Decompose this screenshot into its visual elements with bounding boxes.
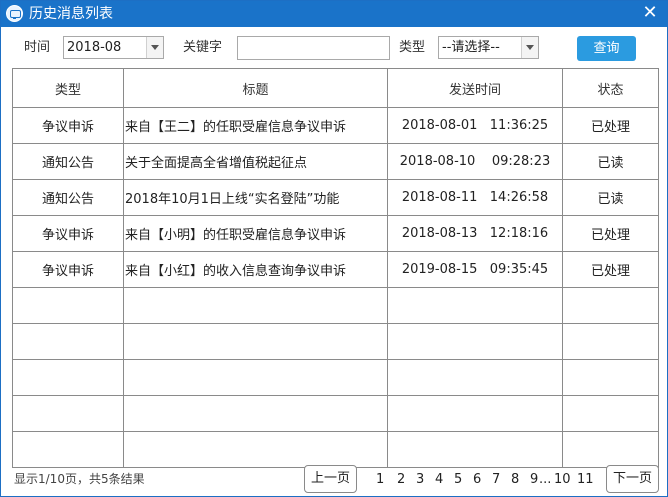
- page-link-10[interactable]: 10: [554, 472, 571, 488]
- empty-cell: [12, 359, 124, 396]
- keyword-label: 关键字: [183, 40, 223, 55]
- cell-status: 已处理: [562, 215, 659, 252]
- title-bar[interactable]: 历史消息列表 ✕: [1, 1, 667, 27]
- page-link-8[interactable]: 8: [511, 472, 519, 488]
- window-title: 历史消息列表: [29, 6, 113, 22]
- page-link-1[interactable]: 1: [376, 472, 384, 488]
- table-row[interactable]: 通知公告 2018年10月1日上线“实名登陆”功能 2018-08-11 14:…: [12, 179, 659, 216]
- empty-cell: [12, 431, 124, 468]
- page-link-9[interactable]: 9: [530, 472, 538, 488]
- cell-send-time: 2018-08-11 14:26:58: [387, 179, 563, 216]
- query-button[interactable]: 查询: [577, 36, 636, 61]
- table-header-row: 类型 标题 发送时间 状态: [12, 68, 659, 108]
- page-link-2[interactable]: 2: [397, 472, 405, 488]
- cell-type: 争议申诉: [12, 251, 124, 288]
- next-page-button[interactable]: 下一页: [606, 465, 659, 493]
- cell-send-time: 2018-08-13 12:18:16: [387, 215, 563, 252]
- table-row[interactable]: 争议申诉 来自【小红】的收入信息查询争议申诉 2019-08-15 09:35:…: [12, 251, 659, 288]
- message-table: 类型 标题 发送时间 状态 争议申诉 来自【王二】的任职受雇信息争议申诉 201…: [12, 68, 659, 468]
- empty-cell: [12, 323, 124, 360]
- cell-type: 争议申诉: [12, 107, 124, 144]
- cell-title[interactable]: 来自【王二】的任职受雇信息争议申诉: [123, 107, 388, 144]
- empty-cell: [562, 359, 659, 396]
- time-select[interactable]: 2018-08: [63, 36, 164, 59]
- empty-table-row: [12, 287, 659, 324]
- close-icon[interactable]: ✕: [641, 3, 659, 23]
- table-row[interactable]: 争议申诉 来自【小明】的任职受雇信息争议申诉 2018-08-13 12:18:…: [12, 215, 659, 252]
- page-link-4[interactable]: 4: [435, 472, 443, 488]
- page-ellipsis: ...: [539, 472, 552, 487]
- cell-send-time: 2019-08-15 09:35:45: [387, 251, 563, 288]
- cell-title[interactable]: 2018年10月1日上线“实名登陆”功能: [123, 179, 388, 216]
- empty-cell: [123, 359, 388, 396]
- empty-cell: [387, 395, 563, 432]
- empty-cell: [123, 287, 388, 324]
- column-header-status: 状态: [562, 68, 659, 108]
- empty-table-row: [12, 431, 659, 468]
- empty-cell: [387, 287, 563, 324]
- empty-cell: [562, 431, 659, 468]
- type-label: 类型: [399, 40, 426, 55]
- page-link-5[interactable]: 5: [454, 472, 462, 488]
- empty-cell: [387, 359, 563, 396]
- cell-title[interactable]: 关于全面提高全省增值税起征点: [123, 143, 388, 180]
- prev-page-button[interactable]: 上一页: [304, 465, 357, 493]
- empty-table-row: [12, 395, 659, 432]
- column-header-send-time: 发送时间: [387, 68, 563, 108]
- empty-cell: [123, 323, 388, 360]
- type-select[interactable]: --请选择--: [438, 36, 539, 59]
- cell-status: 已处理: [562, 107, 659, 144]
- cell-send-time: 2018-08-01 11:36:25: [387, 107, 563, 144]
- time-select-value: 2018-08: [67, 40, 122, 55]
- empty-cell: [562, 323, 659, 360]
- history-message-window: 历史消息列表 ✕ 时间 2018-08 关键字 类型 --请选择-- 查询 类型…: [0, 0, 668, 497]
- empty-cell: [123, 395, 388, 432]
- empty-cell: [123, 431, 388, 468]
- cell-send-time: 2018-08-10 09:28:23: [387, 143, 563, 180]
- column-header-title: 标题: [123, 68, 388, 108]
- cell-status: 已读: [562, 143, 659, 180]
- app-logo-icon: [6, 5, 23, 22]
- empty-cell: [12, 287, 124, 324]
- cell-type: 通知公告: [12, 143, 124, 180]
- pagination-info: 显示1/10页，共5条结果: [14, 472, 145, 486]
- empty-cell: [12, 395, 124, 432]
- cell-title[interactable]: 来自【小明】的任职受雇信息争议申诉: [123, 215, 388, 252]
- cell-type: 通知公告: [12, 179, 124, 216]
- time-label: 时间: [24, 40, 51, 55]
- empty-table-row: [12, 323, 659, 360]
- chevron-down-icon[interactable]: [521, 37, 538, 58]
- empty-cell: [562, 287, 659, 324]
- page-link-3[interactable]: 3: [416, 472, 424, 488]
- cell-status: 已读: [562, 179, 659, 216]
- cell-status: 已处理: [562, 251, 659, 288]
- table-row[interactable]: 通知公告 关于全面提高全省增值税起征点 2018-08-10 09:28:23 …: [12, 143, 659, 180]
- chevron-down-icon[interactable]: [146, 37, 163, 58]
- column-header-type: 类型: [12, 68, 124, 108]
- page-link-7[interactable]: 7: [492, 472, 500, 488]
- page-link-6[interactable]: 6: [473, 472, 481, 488]
- empty-cell: [387, 323, 563, 360]
- cell-type: 争议申诉: [12, 215, 124, 252]
- page-link-11[interactable]: 11: [577, 472, 594, 488]
- type-select-value: --请选择--: [442, 40, 500, 55]
- empty-cell: [387, 431, 563, 468]
- keyword-input[interactable]: [237, 36, 390, 60]
- table-row[interactable]: 争议申诉 来自【王二】的任职受雇信息争议申诉 2018-08-01 11:36:…: [12, 107, 659, 144]
- cell-title[interactable]: 来自【小红】的收入信息查询争议申诉: [123, 251, 388, 288]
- empty-table-row: [12, 359, 659, 396]
- empty-cell: [562, 395, 659, 432]
